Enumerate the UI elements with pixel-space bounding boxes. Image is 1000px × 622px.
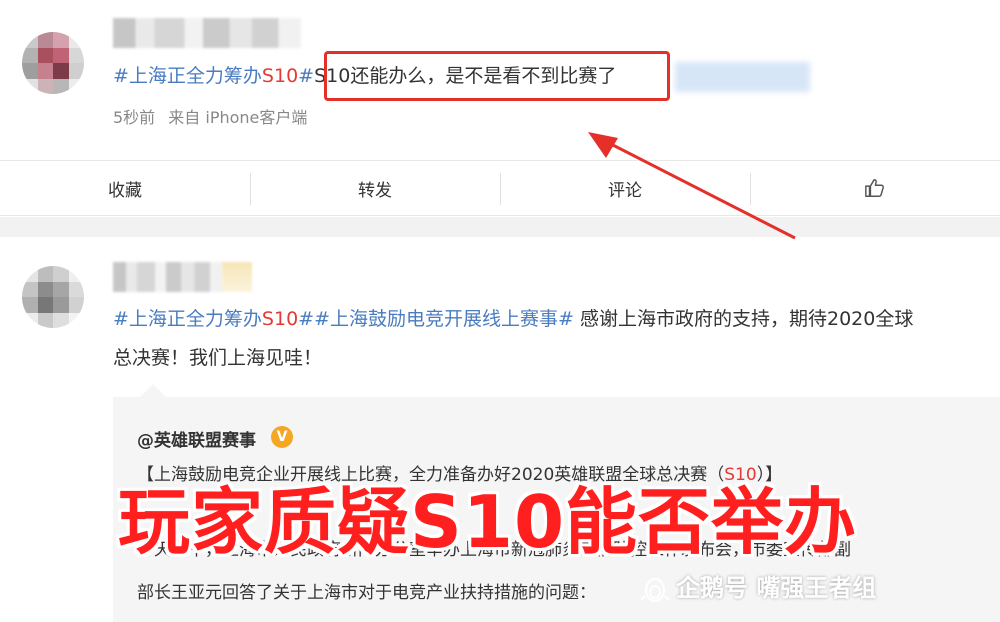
post-meta: 5秒前 来自 iPhone客户端 xyxy=(113,104,307,128)
post-body-text: 感谢上海市政府的支持，期待2020全球 xyxy=(573,308,914,330)
username-blurred[interactable] xyxy=(113,18,301,48)
penguin-logo-icon xyxy=(640,577,670,602)
hashtag-link[interactable]: #上海正全力筹办S10# xyxy=(113,308,314,330)
repost-body-text: 部长王亚元回答了关于上海市对于电竞产业扶持措施的问题： xyxy=(137,583,596,603)
post-source: 来自 iPhone客户端 xyxy=(168,108,308,127)
verified-badge-icon: V xyxy=(271,426,293,448)
post-text: #上海正全力筹办S10##上海鼓励电竞开展线上赛事# 感谢上海市政府的支持，期待… xyxy=(113,306,913,332)
repost-author-link[interactable]: @英雄联盟赛事 xyxy=(137,426,256,451)
watermark: 企鹅号 嘴强王者组 xyxy=(640,568,876,603)
like-button[interactable] xyxy=(750,161,1000,215)
feed-divider xyxy=(0,217,1000,237)
highlight-box xyxy=(324,51,670,101)
comment-button[interactable]: 评论 xyxy=(500,161,750,215)
avatar[interactable] xyxy=(22,32,84,94)
repost-button[interactable]: 转发 xyxy=(250,161,500,215)
repost-label: 转发 xyxy=(358,180,392,201)
overlay-caption: 玩家质疑S10能否举办 xyxy=(118,480,858,564)
post-time[interactable]: 5秒前 xyxy=(113,108,155,127)
action-bar: 收藏 转发 评论 xyxy=(0,160,1000,216)
comment-label: 评论 xyxy=(608,180,642,201)
collect-button[interactable]: 收藏 xyxy=(0,161,250,215)
blurred-link xyxy=(675,62,810,92)
username-blurred[interactable] xyxy=(113,262,223,292)
watermark-text: 企鹅号 嘴强王者组 xyxy=(676,574,877,602)
avatar[interactable] xyxy=(22,266,84,328)
repost-pointer xyxy=(140,384,166,397)
post-body-text: 总决赛！我们上海见哇！ xyxy=(113,347,323,369)
hashtag-link[interactable]: #上海鼓励电竞开展线上赛事# xyxy=(314,308,574,330)
vip-badge-blurred xyxy=(222,262,252,292)
collect-label: 收藏 xyxy=(108,180,142,201)
hashtag-link[interactable]: #上海正全力筹办S10# xyxy=(113,65,314,87)
thumbs-up-icon xyxy=(865,179,884,197)
